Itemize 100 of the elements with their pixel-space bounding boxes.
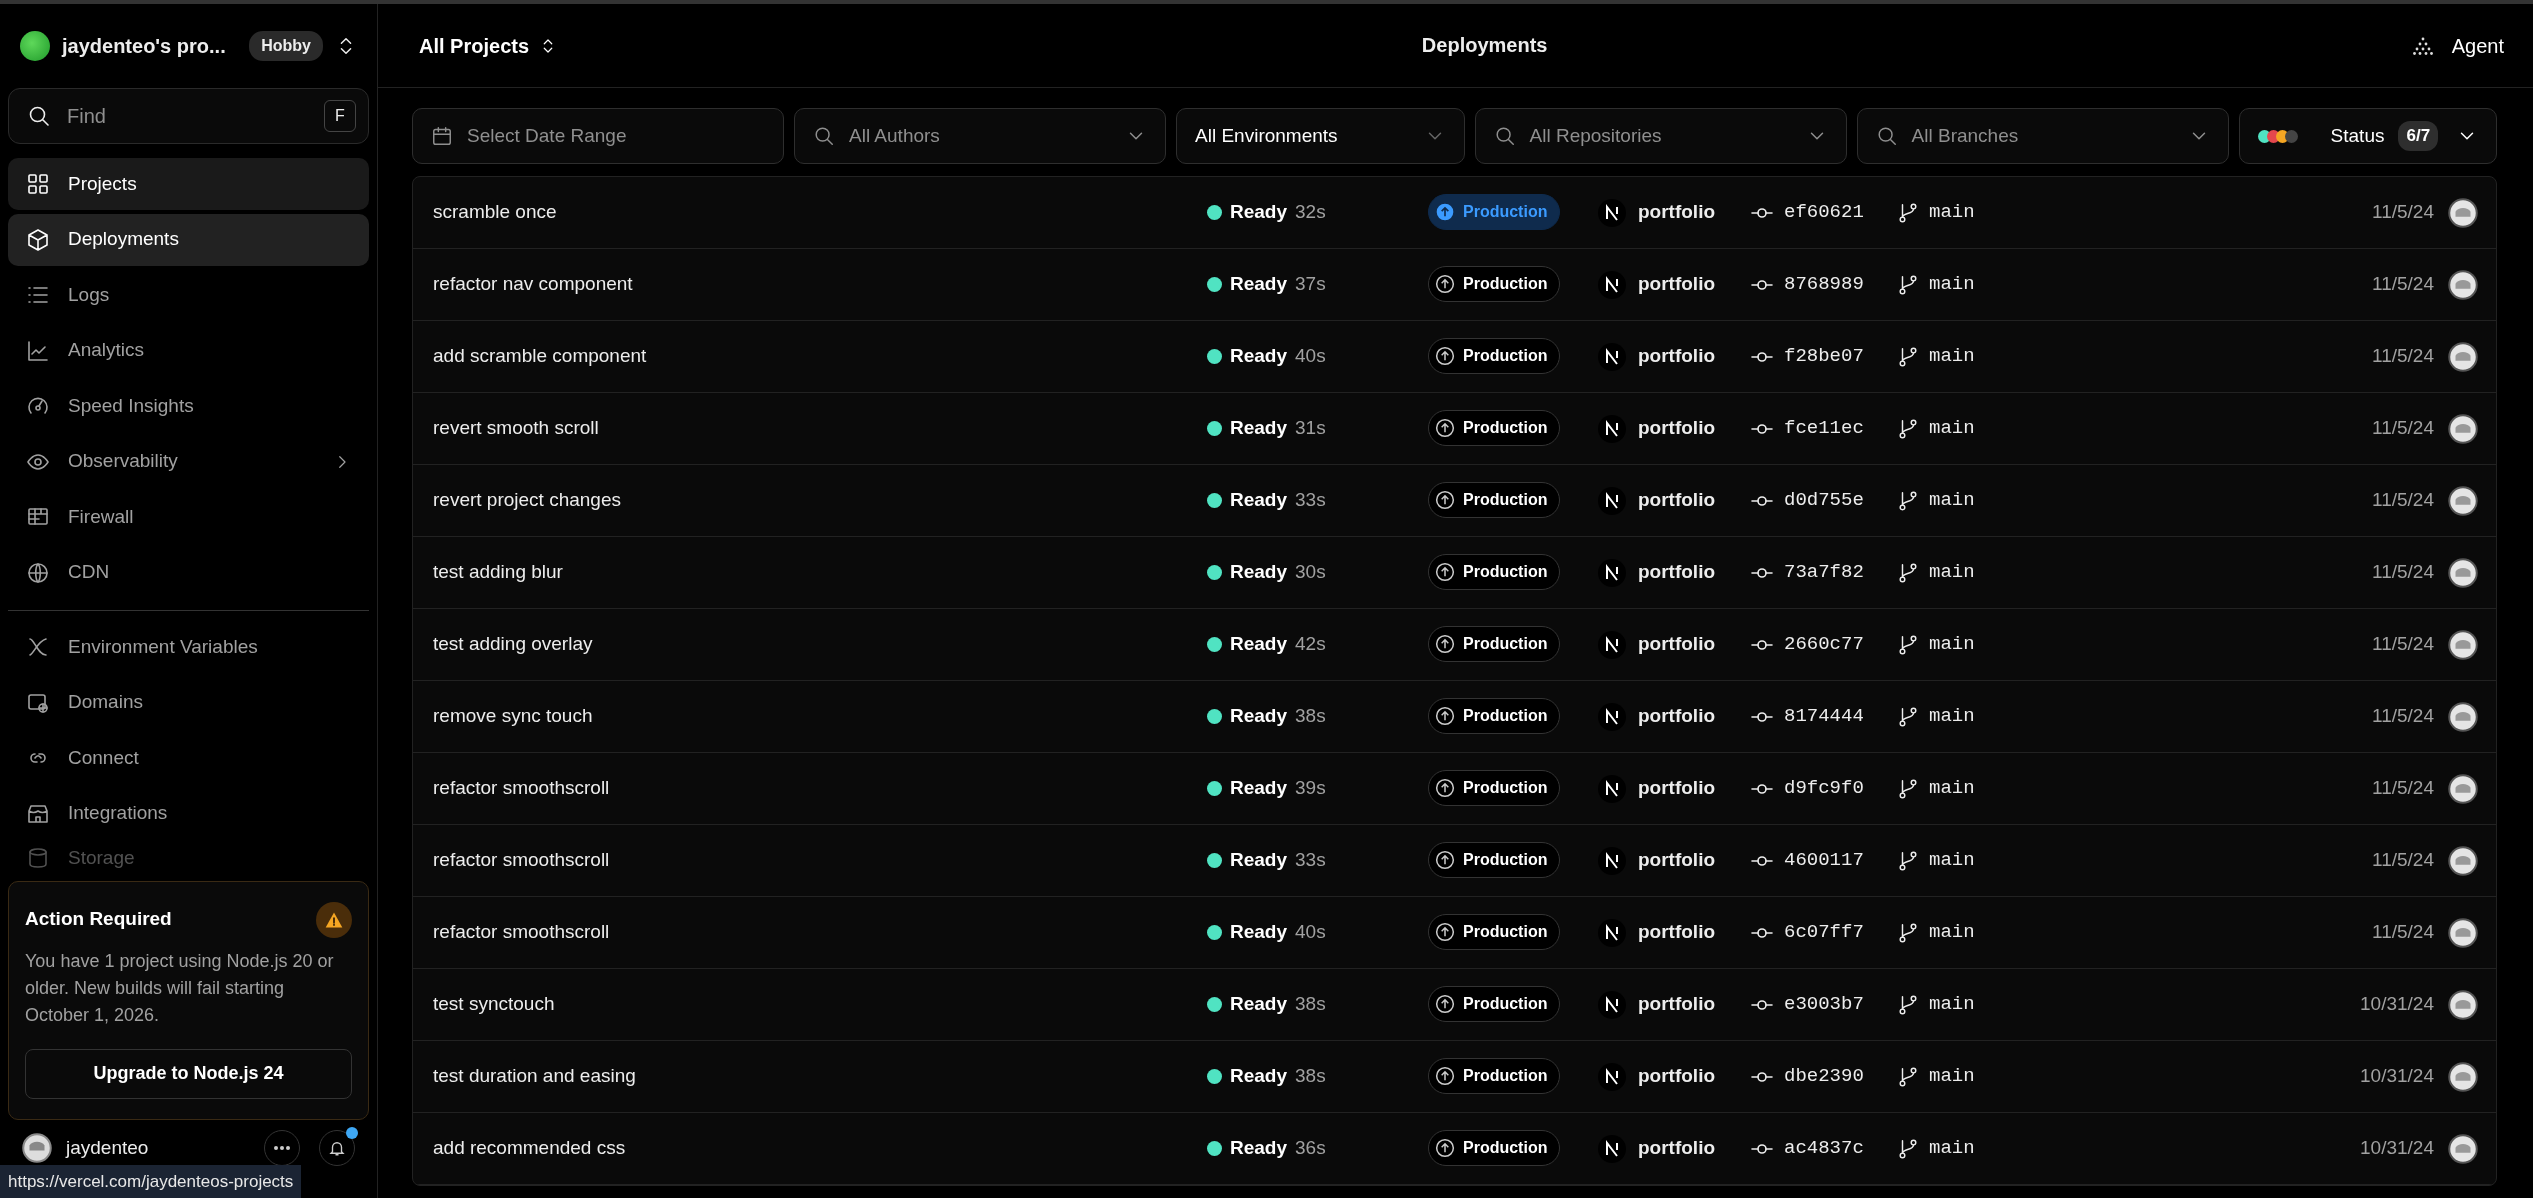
commit-hash[interactable]: fce11ec: [1784, 414, 1864, 443]
sidebar-item[interactable]: CDN: [8, 546, 369, 599]
sidebar-item[interactable]: Observability: [8, 435, 369, 488]
environment-badge[interactable]: Production: [1428, 1130, 1561, 1167]
n-logo-icon: [1598, 918, 1626, 947]
find-field[interactable]: Find F: [8, 88, 369, 144]
repository-name[interactable]: portfolio: [1638, 702, 1716, 731]
more-button[interactable]: [264, 1130, 300, 1166]
environment-badge[interactable]: Production: [1428, 698, 1561, 735]
deployment-row[interactable]: add scramble component Ready 40s Production portfolio f28be07 main 11/5/24: [413, 321, 2496, 393]
commit-hash[interactable]: 8174444: [1784, 702, 1864, 731]
environment-badge[interactable]: Production: [1428, 554, 1561, 591]
sidebar-item[interactable]: Environment Variables: [8, 621, 369, 673]
sidebar-item[interactable]: Connect: [8, 732, 369, 784]
search-select-field[interactable]: All Repositories: [1474, 108, 1847, 164]
environment-badge[interactable]: Production: [1428, 914, 1561, 951]
environment-badge[interactable]: Production: [1428, 482, 1561, 519]
commit-hash[interactable]: d0d755e: [1784, 486, 1864, 515]
branch-name[interactable]: main: [1929, 270, 1975, 299]
environment-badge[interactable]: Production: [1428, 410, 1561, 447]
branch-name[interactable]: main: [1929, 702, 1975, 731]
find-input[interactable]: Find: [65, 100, 310, 132]
deployment-row[interactable]: test adding blur Ready 30s Production portfolio 73a7f82 main 11/5/24: [413, 537, 2496, 609]
deployment-row[interactable]: scramble once Ready 32s Production portfolio ef60621 main 11/5/24: [413, 177, 2496, 249]
environment-badge[interactable]: Production: [1428, 842, 1561, 879]
sidebar-item[interactable]: Domains: [8, 676, 369, 729]
branch-name[interactable]: main: [1929, 1062, 1975, 1091]
deployment-row[interactable]: refactor smoothscroll Ready 39s Production portfolio d9fc9f0 main 11/5/24: [413, 753, 2496, 825]
branch-name[interactable]: main: [1929, 918, 1975, 947]
sidebar-item[interactable]: Firewall: [8, 491, 369, 543]
deployment-row[interactable]: remove sync touch Ready 38s Production portfolio 8174444 main 11/5/24: [413, 681, 2496, 753]
deployment-row[interactable]: refactor nav component Ready 37s Production portfolio 8768989 main 11/5/24: [413, 249, 2496, 321]
deployment-row[interactable]: refactor smoothscroll Ready 33s Production portfolio 4600117 main 11/5/24: [413, 825, 2496, 897]
deployment-row[interactable]: revert project changes Ready 33s Production portfolio d0d755e main 11/5/24: [413, 465, 2496, 537]
workspace-name[interactable]: jaydenteo's pro...: [62, 31, 226, 61]
commit-hash[interactable]: d9fc9f0: [1784, 774, 1864, 803]
environment-badge[interactable]: Production: [1428, 986, 1561, 1023]
deployment-row[interactable]: test duration and easing Ready 38s Production portfolio dbe2390 main 10/31/24: [413, 1041, 2496, 1113]
upgrade-button[interactable]: Upgrade to Node.js 24: [25, 1048, 352, 1099]
repository-name[interactable]: portfolio: [1638, 918, 1716, 947]
commit-hash[interactable]: 8768989: [1784, 270, 1864, 299]
user-name[interactable]: jaydenteo: [66, 1133, 149, 1163]
commit-hash[interactable]: ef60621: [1784, 198, 1864, 227]
repository-name[interactable]: portfolio: [1638, 1134, 1716, 1163]
repository-name[interactable]: portfolio: [1638, 342, 1716, 371]
repository-name[interactable]: portfolio: [1638, 846, 1716, 875]
repository-name[interactable]: portfolio: [1638, 558, 1716, 587]
repository-name[interactable]: portfolio: [1638, 270, 1716, 299]
agent-button[interactable]: Agent: [2411, 29, 2505, 62]
branch-name[interactable]: main: [1929, 630, 1975, 659]
branch-name[interactable]: main: [1929, 1134, 1975, 1163]
date-range-field[interactable]: Select Date Range: [412, 108, 784, 164]
branch-name[interactable]: main: [1929, 558, 1975, 587]
environment-badge[interactable]: Production: [1428, 266, 1561, 303]
repository-name[interactable]: portfolio: [1638, 486, 1716, 515]
repository-name[interactable]: portfolio: [1638, 1062, 1716, 1091]
deployment-row[interactable]: refactor smoothscroll Ready 40s Production portfolio 6c07ff7 main 11/5/24: [413, 897, 2496, 969]
notification-bell-button[interactable]: [319, 1130, 355, 1166]
branch-name[interactable]: main: [1929, 342, 1975, 371]
environment-badge[interactable]: Production: [1428, 626, 1561, 663]
repository-name[interactable]: portfolio: [1638, 414, 1716, 443]
commit-hash[interactable]: 2660c77: [1784, 630, 1864, 659]
sidebar-item[interactable]: Projects: [8, 158, 369, 210]
repository-name[interactable]: portfolio: [1638, 630, 1716, 659]
repository-name[interactable]: portfolio: [1638, 198, 1716, 227]
deployment-row[interactable]: test adding overlay Ready 42s Production portfolio 2660c77 main 11/5/24: [413, 609, 2496, 681]
branch-name[interactable]: main: [1929, 990, 1975, 1019]
commit-hash[interactable]: 4600117: [1784, 846, 1864, 875]
deployment-row[interactable]: revert smooth scroll Ready 31s Production portfolio fce11ec main 11/5/24: [413, 393, 2496, 465]
branch-name[interactable]: main: [1929, 846, 1975, 875]
commit-hash[interactable]: dbe2390: [1784, 1062, 1864, 1091]
status-filter[interactable]: Status 6/7: [2238, 108, 2498, 164]
sidebar-item[interactable]: Integrations: [8, 787, 369, 840]
branch-name[interactable]: main: [1929, 414, 1975, 443]
commit-hash[interactable]: 73a7f82: [1784, 558, 1864, 587]
deployment-row[interactable]: test synctouch Ready 38s Production portfolio e3003b7 main 10/31/24: [413, 969, 2496, 1041]
deployment-date: 11/5/24: [2372, 272, 2435, 297]
branch-name[interactable]: main: [1929, 198, 1975, 227]
repository-name[interactable]: portfolio: [1638, 774, 1716, 803]
sidebar-item[interactable]: Deployments: [8, 213, 369, 266]
environment-badge[interactable]: Production: [1428, 338, 1561, 375]
search-select-field[interactable]: All Branches: [1856, 108, 2229, 164]
commit-hash[interactable]: e3003b7: [1784, 990, 1864, 1019]
environment-badge[interactable]: Production: [1428, 1058, 1561, 1095]
project-selector[interactable]: All Projects: [418, 29, 558, 62]
arrow-up-circle-icon: [1435, 1066, 1455, 1087]
repository-name[interactable]: portfolio: [1638, 990, 1716, 1019]
commit-hash[interactable]: f28be07: [1784, 342, 1864, 371]
branch-name[interactable]: main: [1929, 774, 1975, 803]
deployment-row[interactable]: add recommended css Ready 36s Production portfolio ac4837c main 10/31/24: [413, 1113, 2496, 1185]
search-select-field[interactable]: All Authors: [794, 108, 1167, 164]
select-field[interactable]: All Environments: [1176, 108, 1465, 164]
branch-name[interactable]: main: [1929, 486, 1975, 515]
environment-badge[interactable]: Production: [1428, 770, 1561, 807]
commit-hash[interactable]: ac4837c: [1784, 1134, 1864, 1163]
sidebar-item[interactable]: Speed Insights: [8, 380, 369, 432]
sidebar-item[interactable]: Logs: [8, 269, 369, 321]
environment-badge[interactable]: Production: [1428, 194, 1561, 231]
sidebar-item[interactable]: Analytics: [8, 324, 369, 377]
commit-hash[interactable]: 6c07ff7: [1784, 918, 1864, 947]
